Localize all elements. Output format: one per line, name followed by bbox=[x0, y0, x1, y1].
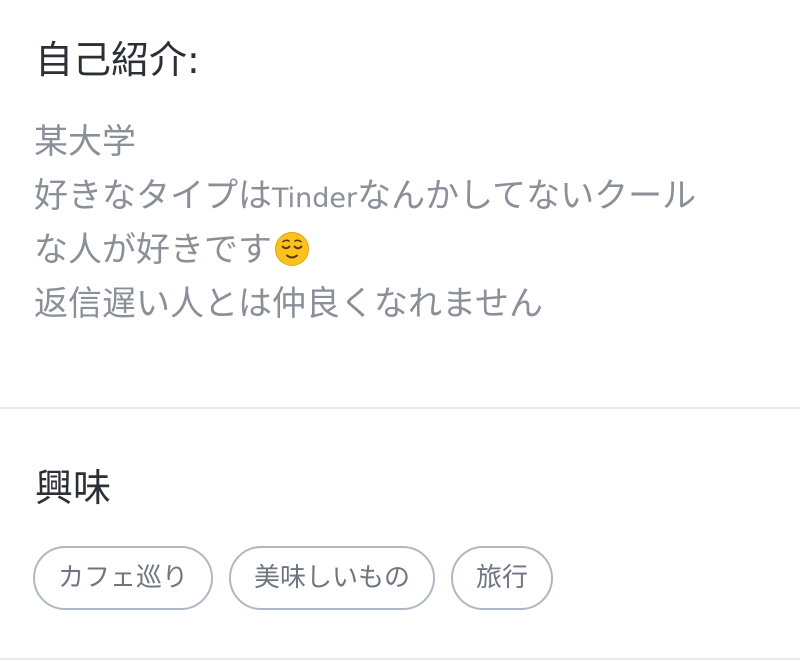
interest-tag-good-food[interactable]: 美味しいもの bbox=[229, 546, 436, 610]
relieved-face-icon bbox=[275, 232, 309, 266]
interest-tag-travel[interactable]: 旅行 bbox=[451, 546, 554, 610]
bio-line-2: 好きなタイプはTinderなんかしてないクール bbox=[34, 169, 794, 223]
interests-section: 興味 カフェ巡り 美味しいもの 旅行 bbox=[0, 409, 800, 658]
bio-line-3-text: な人が好きです bbox=[34, 230, 272, 270]
bio-title: 自己紹介: bbox=[35, 38, 200, 82]
bottom-divider bbox=[0, 658, 800, 660]
bio-text: 某大学 好きなタイプはTinderなんかしてないクール な人が好きです 返信遅い… bbox=[34, 115, 794, 331]
bio-line-4: 返信遅い人とは仲良くなれません bbox=[34, 284, 543, 324]
bio-line-2-app-name: Tinder bbox=[272, 183, 358, 214]
interest-tags: カフェ巡り 美味しいもの 旅行 bbox=[33, 546, 554, 610]
bio-line-2-start: 好きなタイプは bbox=[34, 176, 272, 216]
bio-line-2-end: なんかしてないクール bbox=[357, 176, 697, 216]
interest-tag-cafe-hopping[interactable]: カフェ巡り bbox=[33, 546, 214, 610]
interests-title: 興味 bbox=[35, 466, 112, 510]
profile-page: 自己紹介: 某大学 好きなタイプはTinderなんかしてないクール な人が好きで… bbox=[0, 0, 800, 662]
bio-line-1: 某大学 bbox=[34, 122, 136, 162]
bio-line-3: な人が好きです bbox=[34, 223, 794, 277]
bio-section: 自己紹介: 某大学 好きなタイプはTinderなんかしてないクール な人が好きで… bbox=[0, 0, 800, 408]
